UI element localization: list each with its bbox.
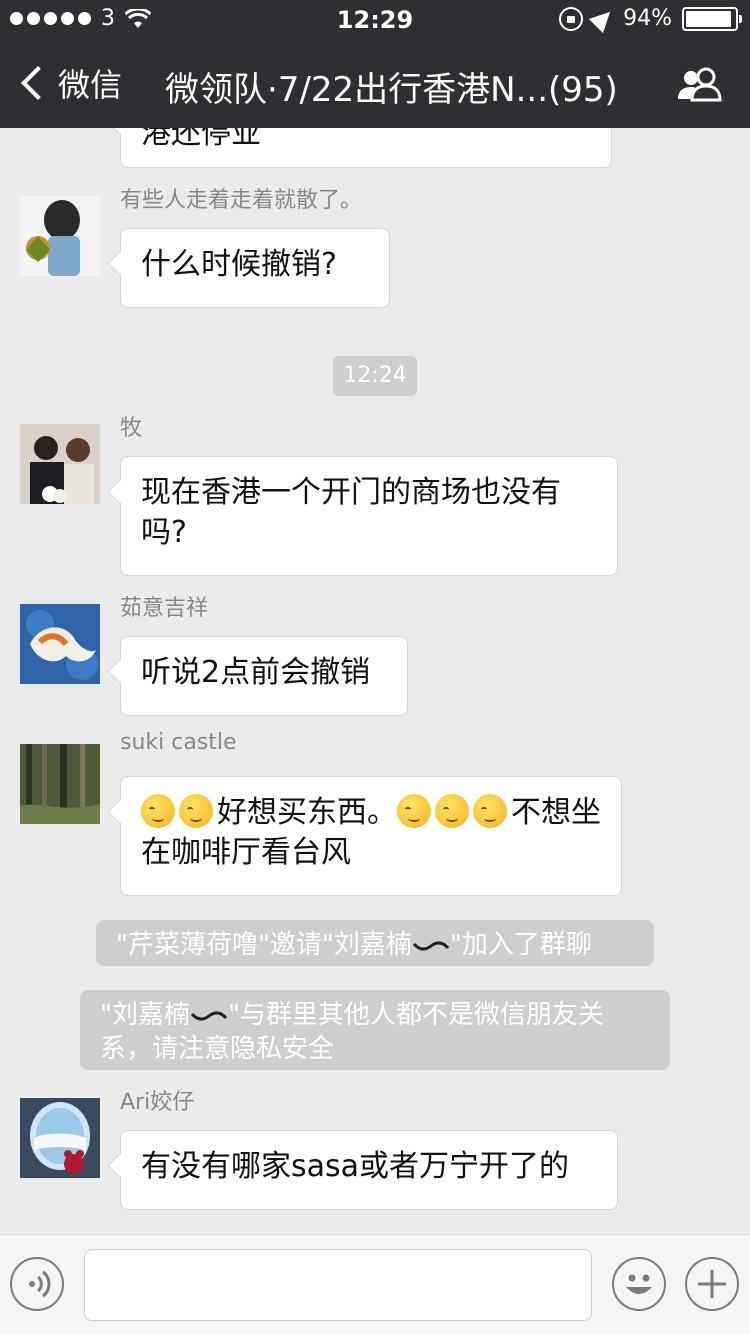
status-bar: 3 12:29 94% [0,0,750,40]
tilde-wave-icon [190,1011,228,1021]
message-text: 什么时候撤销? [141,247,337,282]
timestamp-chip: 12:24 [333,356,417,396]
battery-icon [682,6,742,31]
plus-icon [698,1270,726,1298]
chat-title: 微领队·7/22出行香港N...(95) [165,70,618,110]
avatar[interactable] [20,604,100,684]
message-bubble[interactable]: 听说2点前会撤销 [120,636,408,716]
back-chevron-icon [21,66,55,100]
message-row: suki castle 好想买东西。 不想坐在咖啡厅看台风 [20,730,720,904]
message-text: 有没有哪家sasa或者万宁开了的 [141,1149,570,1184]
message-text: 港还停业 [141,128,261,151]
sender-name: 牧 [120,416,143,441]
system-text: "芹菜薄荷噜"邀请"刘嘉楠 [116,930,412,960]
emoji-button[interactable] [612,1257,666,1311]
message-text: 听说2点前会撤销 [141,655,371,690]
sender-name: Ari姣仔 [120,1090,195,1115]
system-text: "刘嘉楠 [100,1000,190,1030]
nav-bar: 微信 微领队·7/22出行香港N...(95) [0,40,750,128]
top-bar: 3 12:29 94% 微信 微领队·7/22出行香港N...(95) [0,0,750,128]
message-row: Ari姣仔 有没有哪家sasa或者万宁开了的 [20,1090,720,1218]
sender-name: 茹意吉祥 [120,596,209,621]
battery-percent: 94% [623,6,672,31]
system-text: "加入了群聊 [449,930,592,960]
emoji-icon [626,1274,652,1294]
system-notice: "刘嘉楠 "与群里其他人都不是微信朋友关系，请注意隐私安全 [80,990,670,1070]
avatar[interactable] [20,744,100,824]
emoji-blush-icon [435,794,469,828]
avatar[interactable] [20,1098,100,1178]
tilde-wave-icon [412,941,450,951]
sender-name: suki castle [120,730,237,755]
input-bar [0,1234,750,1334]
group-icon[interactable] [676,66,724,102]
back-button[interactable]: 微信 [18,60,122,106]
message-row: 牧 现在香港一个开门的商场也没有吗? [20,416,720,584]
message-row: 茹意吉祥 听说2点前会撤销 [20,596,720,724]
message-input[interactable] [84,1249,592,1321]
message-text: 现在香港一个开门的商场也没有吗? [141,475,561,550]
emoji-blush-icon [141,794,175,828]
message-bubble[interactable]: 有没有哪家sasa或者万宁开了的 [120,1130,618,1210]
voice-button[interactable] [10,1257,64,1311]
system-notice: "芹菜薄荷噜"邀请"刘嘉楠 "加入了群聊 [96,920,654,966]
battery-fill [686,10,732,27]
message-text: 好想买东西。 [217,795,397,830]
emoji-blush-icon [473,794,507,828]
message-bubble[interactable]: 现在香港一个开门的商场也没有吗? [120,456,618,576]
avatar[interactable] [20,424,100,504]
chat-area[interactable]: 港还停业 有些人走着走着就散了。 什么时候撤销? 12:24 牧 现在香港一个开… [0,128,750,1234]
message-bubble[interactable]: 好想买东西。 不想坐在咖啡厅看台风 [120,776,622,896]
location-arrow-icon [588,4,618,33]
emoji-blush-icon [179,794,213,828]
emoji-blush-icon [397,794,431,828]
avatar[interactable] [20,196,100,276]
sender-name: 有些人走着走着就散了。 [120,188,363,213]
voice-icon [29,1270,51,1298]
plus-button[interactable] [685,1257,739,1311]
message-bubble[interactable]: 港还停业 [120,128,612,168]
message-row: 有些人走着走着就散了。 什么时候撤销? [20,188,720,316]
rotation-lock-icon [559,6,584,31]
message-bubble[interactable]: 什么时候撤销? [120,228,390,308]
back-label: 微信 [58,66,123,104]
